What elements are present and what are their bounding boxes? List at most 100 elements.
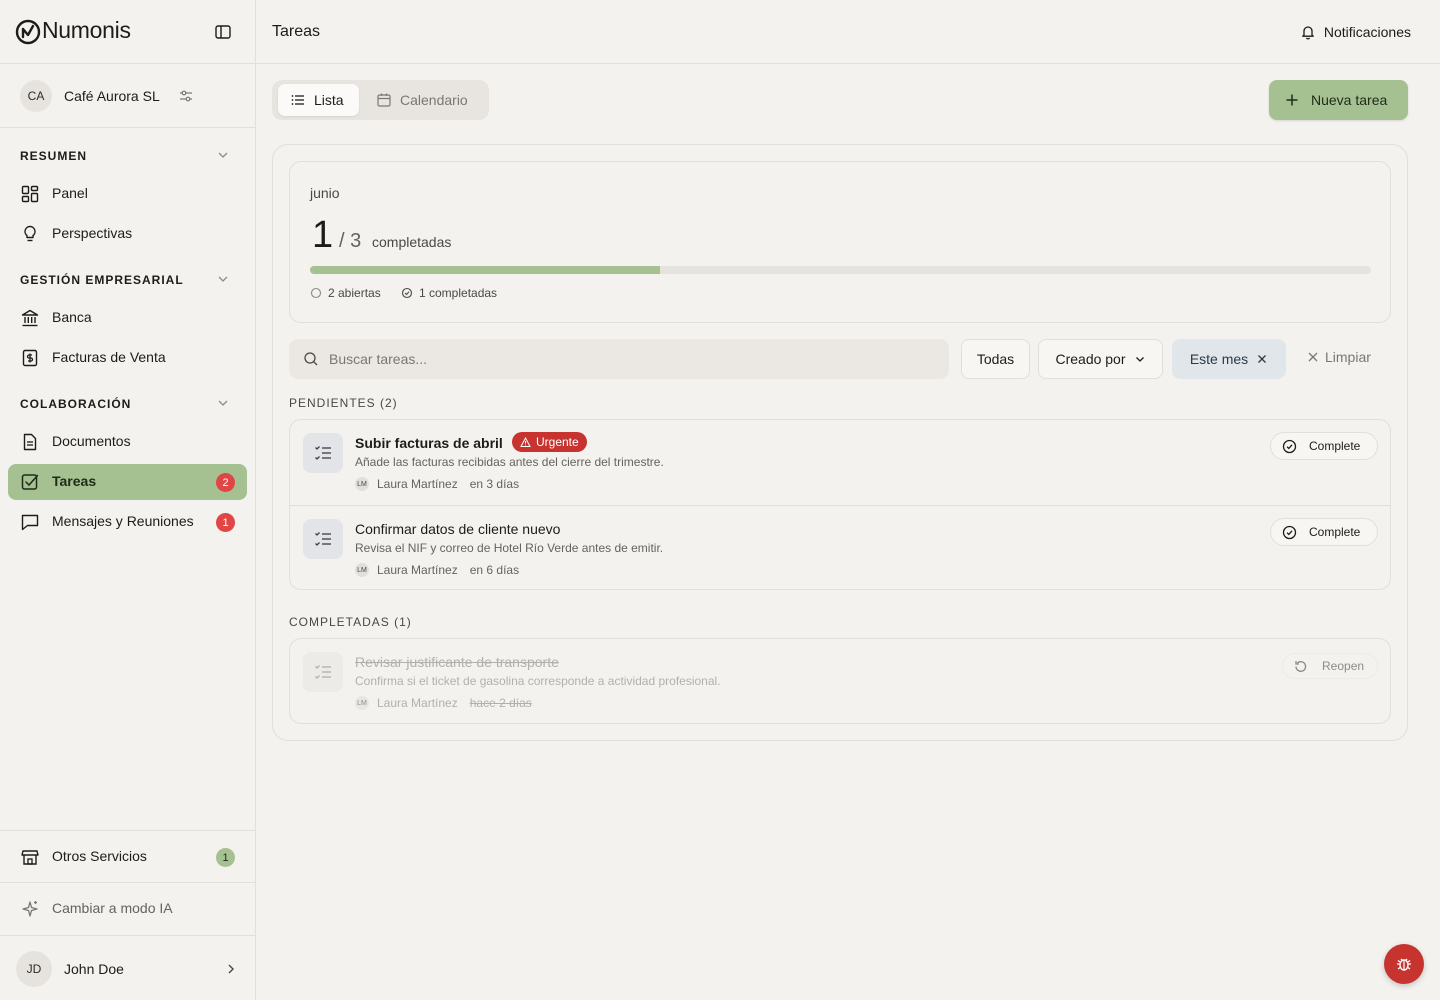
notifications-button[interactable]: Notificaciones xyxy=(1300,22,1411,42)
chevron-down-icon[interactable] xyxy=(216,148,230,162)
task-description: Revisa el NIF y correo de Hotel Río Verd… xyxy=(355,541,664,555)
urgent-badge: Urgente xyxy=(512,432,587,452)
tab-label: Lista xyxy=(314,92,344,108)
new-task-button[interactable]: Nueva tarea xyxy=(1269,80,1408,120)
task-meta: LM Laura Martínez hace 2 días xyxy=(355,696,532,710)
reopen-label: Reopen xyxy=(1322,659,1365,673)
sidebar-item-facturas-venta[interactable]: Facturas de Venta xyxy=(8,340,247,376)
task-title: Confirmar datos de cliente nuevo xyxy=(355,521,561,537)
search-input[interactable] xyxy=(329,339,929,379)
tasks-count-badge: 2 xyxy=(216,473,235,492)
user-menu[interactable]: JD John Doe xyxy=(0,937,255,1000)
task-description: Añade las facturas recibidas antes del c… xyxy=(355,455,664,469)
filter-all-button[interactable]: Todas xyxy=(961,339,1030,379)
sidebar-item-tareas[interactable]: Tareas 2 xyxy=(8,464,247,500)
assignee-avatar: LM xyxy=(355,563,369,577)
top-bar: Tareas Notificaciones xyxy=(256,0,1440,64)
filter-this-month-label: Este mes xyxy=(1189,351,1249,367)
sidebar-item-mensajes[interactable]: Mensajes y Reuniones 1 xyxy=(8,504,247,540)
calendar-icon xyxy=(377,93,391,107)
check-circle-icon xyxy=(401,287,413,299)
done-stat: 1 completadas xyxy=(401,286,497,300)
sparkles-icon xyxy=(22,901,38,917)
company-avatar: CA xyxy=(20,80,52,112)
due-date: en 3 días xyxy=(469,477,520,491)
task-row[interactable]: Confirmar datos de cliente nuevo Revisa … xyxy=(290,505,1390,590)
company-name: Café Aurora SL xyxy=(64,88,160,104)
notifications-label: Notificaciones xyxy=(1323,24,1411,40)
bug-report-button[interactable] xyxy=(1384,944,1424,984)
circle-icon xyxy=(310,287,322,299)
sidebar-item-label: Cambiar a modo IA xyxy=(52,900,173,916)
pending-task-list: Subir facturas de abril Urgente Añade la… xyxy=(289,419,1391,590)
list-icon xyxy=(291,95,304,105)
task-title: Subir facturas de abril xyxy=(355,435,503,451)
summary-month: junio xyxy=(310,185,340,201)
assignee-avatar: LM xyxy=(355,696,369,710)
new-task-label: Nueva tarea xyxy=(1311,92,1388,108)
bell-icon xyxy=(1301,26,1314,40)
search-box xyxy=(289,339,949,379)
invoice-icon xyxy=(22,349,38,367)
sidebar-item-label: Perspectivas xyxy=(52,225,133,241)
view-switcher: Lista Calendario xyxy=(272,80,489,120)
store-icon xyxy=(21,850,39,865)
logo-row: Numonis xyxy=(0,0,255,64)
clear-filters-label: Limpiar xyxy=(1325,349,1371,365)
lightbulb-icon xyxy=(24,225,36,242)
company-selector[interactable]: CA Café Aurora SL xyxy=(0,64,255,128)
chevron-down-icon[interactable] xyxy=(216,396,230,410)
sidebar-item-label: Facturas de Venta xyxy=(52,349,166,365)
task-row[interactable]: Subir facturas de abril Urgente Añade la… xyxy=(290,420,1390,505)
checkbox-icon xyxy=(21,474,39,490)
section-title-gestion: GESTIÓN EMPRESARIAL xyxy=(20,273,184,287)
task-title: Revisar justificante de transporte xyxy=(355,654,559,670)
filter-all-label: Todas xyxy=(976,351,1015,367)
complete-button[interactable]: Complete xyxy=(1270,432,1378,460)
section-title-resumen: RESUMEN xyxy=(20,149,88,163)
sidebar-item-banca[interactable]: Banca xyxy=(8,300,247,336)
sidebar-item-otros-servicios[interactable]: Otros Servicios 1 xyxy=(8,839,247,875)
due-date: en 6 días xyxy=(469,563,520,577)
messages-count-badge: 1 xyxy=(216,513,235,532)
sidebar-item-label: Tareas xyxy=(52,473,97,489)
services-count-badge: 1 xyxy=(216,848,235,867)
complete-button[interactable]: Complete xyxy=(1270,518,1378,546)
task-list-icon xyxy=(303,433,343,473)
sidebar-item-label: Documentos xyxy=(52,433,131,449)
bank-icon xyxy=(21,309,39,327)
switch-company-icon[interactable] xyxy=(178,88,194,104)
tab-label: Calendario xyxy=(400,92,468,108)
completed-label: completadas xyxy=(372,234,452,250)
urgent-label: Urgente xyxy=(536,435,579,449)
filter-created-by-dropdown[interactable]: Creado por xyxy=(1038,339,1163,379)
ai-mode-toggle[interactable]: Cambiar a modo IA xyxy=(0,883,255,936)
open-stat-label: 2 abiertas xyxy=(328,286,381,300)
other-services[interactable]: Otros Servicios 1 xyxy=(0,830,255,883)
total-count: / 3 xyxy=(339,230,362,252)
tab-lista[interactable]: Lista xyxy=(278,84,359,116)
sidebar-item-documentos[interactable]: Documentos xyxy=(8,424,247,460)
assignee-name: Laura Martínez xyxy=(377,563,458,577)
sidebar-toggle-icon[interactable] xyxy=(213,22,233,42)
numonis-logo-icon xyxy=(15,19,41,45)
sidebar-item-perspectivas[interactable]: Perspectivas xyxy=(8,216,247,252)
task-description: Confirma si el ticket de gasolina corres… xyxy=(355,674,721,688)
task-list-icon xyxy=(303,519,343,559)
filter-this-month-chip[interactable]: Este mes xyxy=(1172,339,1286,379)
close-icon[interactable] xyxy=(1256,353,1268,365)
close-icon xyxy=(1308,352,1318,362)
sidebar-item-panel[interactable]: Panel xyxy=(8,176,247,212)
sidebar-item-label: Panel xyxy=(52,185,88,201)
tab-calendario[interactable]: Calendario xyxy=(364,84,480,116)
assignee-name: Laura Martínez xyxy=(377,696,458,710)
task-row[interactable]: Revisar justificante de transporte Confi… xyxy=(290,639,1390,724)
document-icon xyxy=(23,433,37,451)
dashboard-icon xyxy=(21,185,39,203)
sidebar-item-label: Otros Servicios xyxy=(52,848,147,864)
reopen-button[interactable]: Reopen xyxy=(1282,653,1378,679)
chevron-down-icon[interactable] xyxy=(216,272,230,286)
sidebar-item-ai-mode[interactable]: Cambiar a modo IA xyxy=(8,891,247,927)
clear-filters-button[interactable]: Limpiar xyxy=(1307,349,1371,365)
check-circle-icon xyxy=(1282,439,1297,453)
